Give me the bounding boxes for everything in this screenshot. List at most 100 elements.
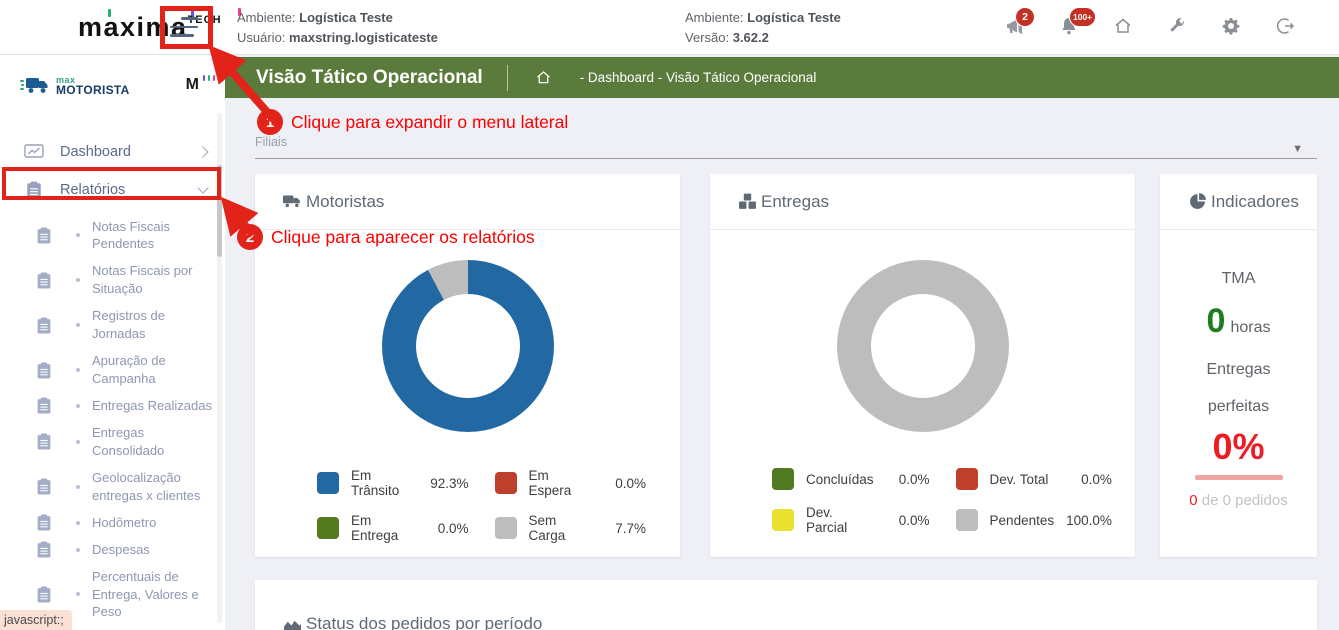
bullet-dot [76,439,80,444]
legend-swatch [955,468,978,490]
sidebar-toggle-hamburger-icon[interactable] [170,17,200,39]
legend-value: 100.0% [1066,512,1112,528]
chevron-down-icon [197,182,209,194]
clipboard-icon [37,272,51,289]
entregas-card: Entregas Concluídas 0.0% Dev. Total 0.0% D… [710,174,1135,557]
percent-underline-bar [1194,475,1283,480]
submenu-item[interactable]: Geolocalização entregas x clientes [0,464,225,509]
legend-item: Pendentes 100.0% [955,505,1112,535]
area-chart-icon [284,620,301,630]
filiais-caret-icon[interactable]: ▼ [1292,143,1303,155]
donut-chart [381,260,554,432]
filiais-select[interactable]: Filiais ▼ [255,135,1317,159]
logo-accent-blue [191,8,194,16]
submenu-item-label: Geolocalização entregas x clientes [92,469,201,503]
legend-label: Dev. Total [989,471,1049,487]
clipboard-icon [37,541,51,558]
submenu-item-label: Entregas Consolidado [92,424,165,458]
top-header: maximaTECH Ambiente: Logística Teste Usu… [0,0,1339,55]
app-window: maximaTECH Ambiente: Logística Teste Usu… [0,0,1339,630]
legend-label: Pendentes [989,512,1055,528]
breadcrumb-home-icon[interactable] [535,69,552,86]
bell-icon[interactable]: 100+ [1057,7,1097,38]
legend-label: Dev. Parcial [806,505,848,535]
filiais-underline [255,158,1317,159]
submenu-item[interactable]: Notas Fiscais Pendentes [0,213,225,258]
motoristas-donut-chart [255,230,680,462]
legend-item: Dev. Parcial 0.0% [772,505,930,535]
chevron-right-icon [197,146,209,158]
submenu-item-label: Hodômetro [92,514,157,530]
megaphone-badge: 2 [1015,7,1035,27]
sidebar-item-dashboard[interactable]: Dashboard [0,133,225,171]
legend-swatch [494,472,517,494]
relatorios-submenu: Notas Fiscais Pendentes Notas Fiscais por… [0,213,225,630]
sidebar-item-label: Relatórios [60,182,126,198]
bullet-dot [76,484,80,489]
annotation-1-text: Clique para expandir o menu lateral [291,111,569,132]
submenu-item-label: Despesas [92,541,150,557]
sidebar-item-relatorios[interactable]: Relatórios [0,171,225,209]
indicadores-card-header: Indicadores [1160,174,1317,230]
legend-value: 92.3% [430,475,469,491]
legend-value: 0.0% [1081,471,1112,487]
megaphone-icon[interactable]: 2 [1003,7,1035,38]
sidebar-scrollbar-thumb[interactable] [217,165,222,257]
submenu-item[interactable]: Notas Fiscais por Situação [0,258,225,303]
logo-accent-green [108,9,111,17]
filiais-label: Filiais [255,135,287,149]
submenu-item[interactable]: Hodômetro [0,509,225,536]
tma-value-row: 0 horas [1160,302,1317,341]
versao-value: 3.62.2 [732,30,769,45]
annotation-2-number: 2 [237,224,263,250]
gear-icon[interactable] [1219,14,1243,38]
entregas-card-header: Entregas [710,174,1135,230]
legend-swatch [317,517,339,539]
home-icon[interactable] [1111,14,1135,38]
legend-item: Em Espera 0.0% [494,468,646,498]
legend-swatch [772,468,794,490]
maximatech-logo: maximaTECH [78,8,241,43]
status-pedidos-card: Status dos pedidos por período [255,580,1317,630]
pedidos-count-number: 0 [1189,492,1198,509]
clipboard-icon [37,433,51,450]
submenu-item[interactable]: Apuração de Campanha [0,348,225,393]
legend-label: Sem Carga [528,513,566,543]
indicadores-card: Indicadores TMA 0 horas Entregas perfeita… [1160,174,1317,557]
annotation-step-2: 2 Clique para aparecer os relatórios [237,224,535,250]
legend-value: 0.0% [615,475,646,491]
annotation-step-1: 1 Clique para expandir o menu lateral [257,109,568,135]
submenu-item[interactable]: Entregas Realizadas [0,393,225,420]
submenu-item[interactable]: Registros de Jornadas [0,303,225,348]
submenu-item-label: Percentuais de Entrega, Valores e Peso [92,568,199,620]
submenu-item[interactable]: Despesas [0,536,225,563]
usuario-label: Usuário: [237,30,286,45]
card-title: Indicadores [1211,191,1299,211]
entregas-perfeitas-label-2: perfeitas [1207,398,1270,415]
legend-swatch [955,509,978,531]
page-title: Visão Tático Operacional [256,66,483,88]
legend-value: 0.0% [898,512,930,528]
submenu-item-label: Notas Fiscais Pendentes [92,218,171,252]
legend-item: Concluídas 0.0% [772,468,930,490]
wrench-icon[interactable] [1165,14,1189,38]
legend-value: 0.0% [437,520,469,536]
legend-value: 7.7% [615,520,646,536]
clipboard-icon [37,514,51,531]
logout-icon[interactable] [1273,14,1297,38]
submenu-item[interactable]: Entregas Consolidado [0,419,225,464]
clipboard-icon [37,227,51,244]
mini-m-logo: M [186,75,215,94]
dashboard-content: 1 Clique para expandir o menu lateral 2 … [225,98,1339,630]
usuario-value: maxstring.logisticateste [289,30,438,45]
truck-icon [283,195,300,208]
entregas-perfeitas-label-1: Entregas [1206,361,1271,378]
legend-label: Em Trânsito [351,468,400,498]
environment-user-info: Ambiente: Logística Teste Usuário: maxst… [237,8,438,48]
card-title: Status dos pedidos por período [306,614,543,630]
sidebar-logo: max MOTORISTA M [0,55,225,105]
tma-unit: horas [1230,319,1271,336]
legend-label: Em Espera [528,468,572,498]
entregas-perfeitas-percent: 0% [1212,426,1265,467]
indicadores-body: TMA 0 horas Entregas perfeitas 0% 0 de 0 … [1160,230,1317,509]
